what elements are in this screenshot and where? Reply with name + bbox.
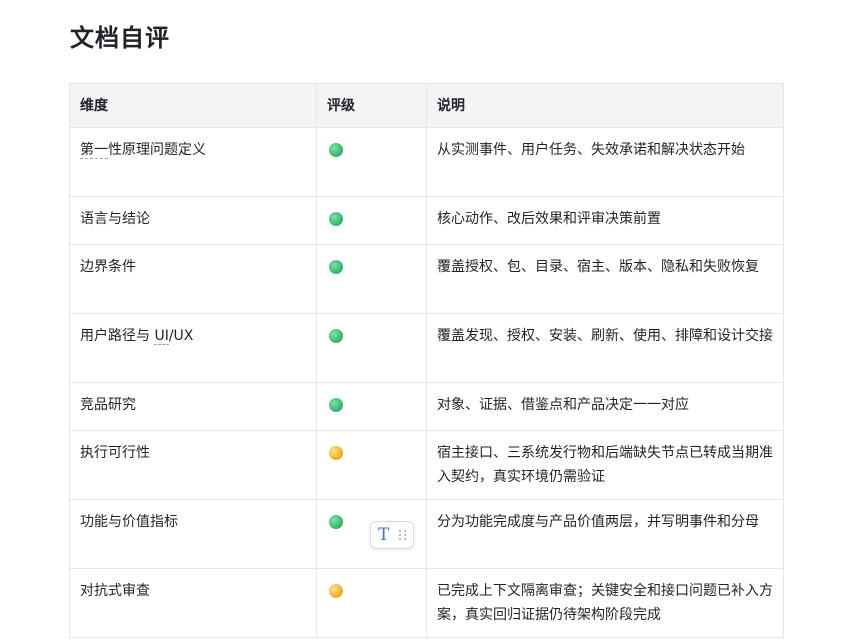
description-cell[interactable]: 对象、证据、借鉴点和产品决定一一对应 (426, 382, 784, 431)
yellow-status-dot-icon (329, 446, 343, 460)
rating-cell[interactable] (316, 313, 427, 383)
table-row: 竞品研究 对象、证据、借鉴点和产品决定一一对应 (69, 382, 784, 431)
dimension-cell[interactable]: 语言与结论 (69, 196, 317, 245)
dimension-cell[interactable]: 对抗式审查 (69, 568, 317, 638)
dimension-cell[interactable]: 用户路径与 UI/UX (69, 313, 317, 383)
dimension-cell[interactable]: 第一性原理问题定义 (69, 127, 317, 197)
document-page: 文档自评 维度 评级 说明 第一性原理问题定义 从实测事件、用户任务、失效承诺和… (0, 0, 857, 640)
description-cell[interactable]: 覆盖授权、包、目录、宿主、版本、隐私和失败恢复 (426, 244, 784, 314)
rating-cell[interactable] (316, 382, 427, 431)
table-row: 第一性原理问题定义 从实测事件、用户任务、失效承诺和解决状态开始 (69, 127, 784, 197)
rating-cell[interactable] (316, 430, 427, 500)
description-cell[interactable]: 覆盖发现、授权、安装、刷新、使用、排障和设计交接 (426, 313, 784, 383)
header-dimension: 维度 (69, 83, 317, 128)
table-row: 对抗式审查 已完成上下文隔离审查；关键安全和接口问题已补入方案，真实回归证据仍待… (69, 568, 784, 638)
green-status-dot-icon (329, 212, 343, 226)
dimension-text-part: /UX (168, 328, 194, 344)
green-status-dot-icon (329, 515, 343, 529)
dimension-cell[interactable]: 功能与价值指标 (69, 499, 317, 569)
description-cell[interactable]: 已完成上下文隔离审查；关键安全和接口问题已补入方案，真实回归证据仍待架构阶段完成 (426, 568, 784, 638)
description-cell[interactable]: 分为功能完成度与产品价值两层，并写明事件和分母 (426, 499, 784, 569)
text-format-icon[interactable]: T (378, 526, 389, 544)
description-cell[interactable]: 从实测事件、用户任务、失效承诺和解决状态开始 (426, 127, 784, 197)
dimension-cell[interactable]: 执行可行性 (69, 430, 317, 500)
header-rating: 评级 (316, 83, 427, 128)
green-status-dot-icon (329, 143, 343, 157)
floating-block-toolbar[interactable]: T (370, 521, 414, 549)
table-row: 边界条件 覆盖授权、包、目录、宿主、版本、隐私和失败恢复 (69, 244, 784, 314)
dimension-text-part: 性原理问题定义 (108, 142, 206, 158)
table-row: 执行可行性 宿主接口、三系统发行物和后端缺失节点已转成当期准入契约，真实环境仍需… (69, 430, 784, 500)
rating-cell[interactable] (316, 127, 427, 197)
rating-cell[interactable] (316, 196, 427, 245)
drag-handle-icon[interactable] (399, 530, 407, 540)
dimension-text-part: 用户路径与 (80, 328, 155, 344)
green-status-dot-icon (329, 398, 343, 412)
dimension-text-part: 第一 (80, 142, 108, 159)
header-description: 说明 (426, 83, 784, 128)
dimension-cell[interactable]: 边界条件 (69, 244, 317, 314)
yellow-status-dot-icon (329, 584, 343, 598)
table-row: 用户路径与 UI/UX 覆盖发现、授权、安装、刷新、使用、排障和设计交接 (69, 313, 784, 383)
table-header-row: 维度 评级 说明 (69, 83, 784, 128)
dimension-cell[interactable]: 竞品研究 (69, 382, 317, 431)
page-title: 文档自评 (70, 24, 170, 52)
green-status-dot-icon (329, 260, 343, 274)
self-review-table: 维度 评级 说明 第一性原理问题定义 从实测事件、用户任务、失效承诺和解决状态开… (69, 83, 784, 638)
table-row: 语言与结论 核心动作、改后效果和评审决策前置 (69, 196, 784, 245)
rating-cell[interactable] (316, 568, 427, 638)
table-row: 功能与价值指标 分为功能完成度与产品价值两层，并写明事件和分母 (69, 499, 784, 569)
description-cell[interactable]: 宿主接口、三系统发行物和后端缺失节点已转成当期准入契约，真实环境仍需验证 (426, 430, 784, 500)
dimension-text-part: UI (154, 328, 169, 345)
rating-cell[interactable] (316, 244, 427, 314)
description-cell[interactable]: 核心动作、改后效果和评审决策前置 (426, 196, 784, 245)
green-status-dot-icon (329, 329, 343, 343)
